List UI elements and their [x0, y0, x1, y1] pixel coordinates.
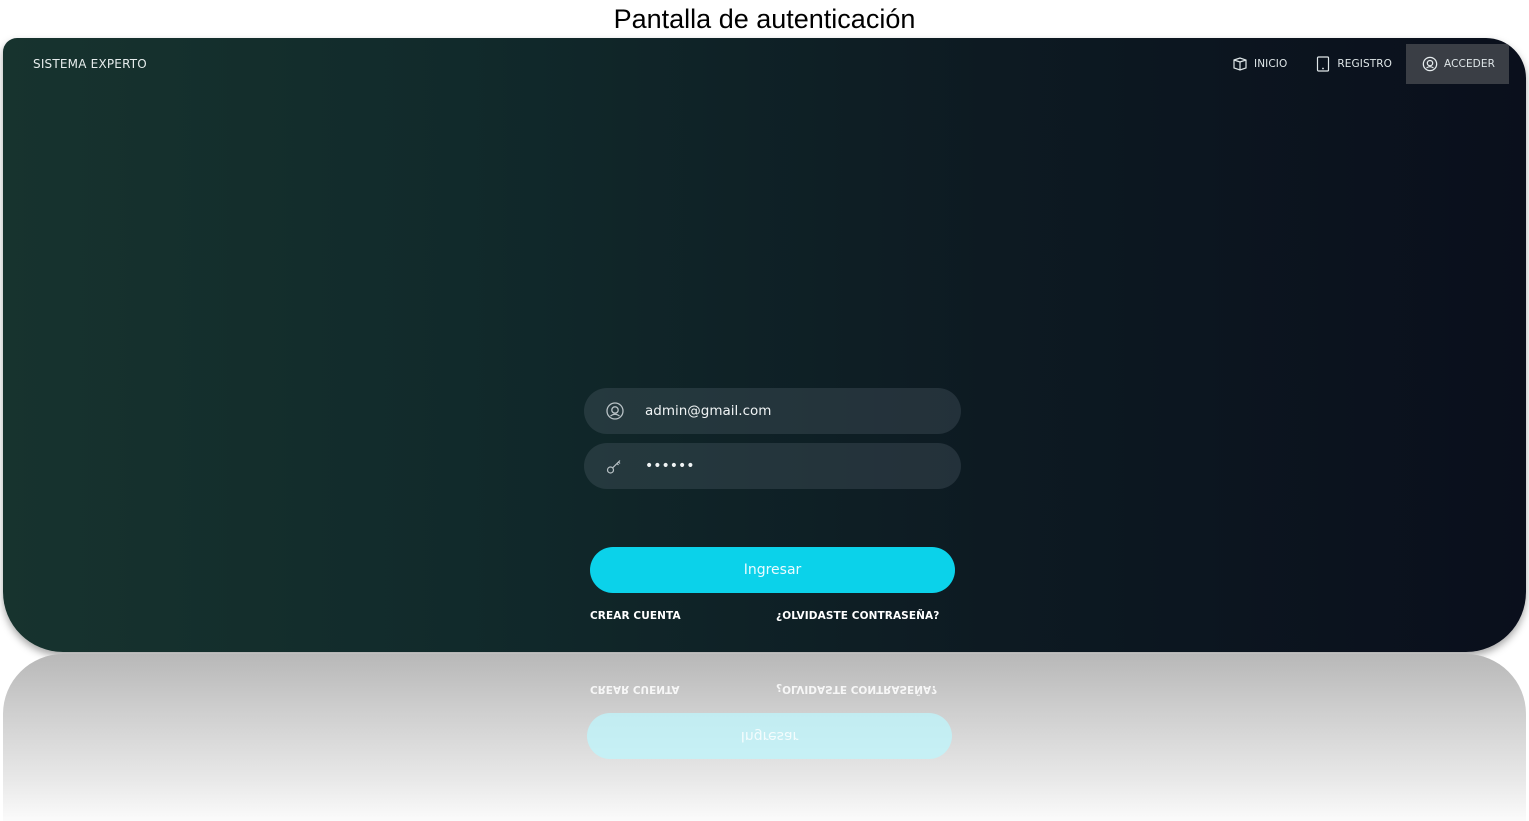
nav-item-registro[interactable]: REGISTRO	[1301, 44, 1406, 84]
nav-item-inicio[interactable]: INICIO	[1218, 44, 1301, 84]
email-input[interactable]	[645, 403, 925, 419]
figure-caption: Pantalla de autenticación	[613, 4, 916, 34]
reflected-create-account: CREAR CUENTA	[590, 683, 680, 695]
nav-item-acceder[interactable]: ACCEDER	[1405, 44, 1509, 84]
nav-item-label: INICIO	[1254, 58, 1288, 70]
login-button[interactable]: Ingresar	[590, 547, 955, 593]
password-input[interactable]	[645, 458, 925, 474]
brand-title[interactable]: SISTEMA EXPERTO	[33, 57, 147, 71]
nav-item-label: ACCEDER	[1443, 58, 1495, 70]
tablet-icon	[1315, 56, 1331, 72]
create-account-link[interactable]: CREAR CUENTA	[590, 610, 681, 622]
reflection-content: Ingresar CREAR CUENTA ¿OLVIDASTE CONTRAS…	[3, 654, 1526, 821]
reflected-forgot-password: ¿OLVIDASTE CONTRASEÑA?	[776, 683, 938, 695]
key-icon	[605, 456, 625, 476]
reflected-login-button: Ingresar	[587, 713, 952, 759]
email-field[interactable]	[584, 388, 961, 434]
forgot-password-link[interactable]: ¿OLVIDASTE CONTRASEÑA?	[776, 610, 939, 622]
app-window: SISTEMA EXPERTO INICIO REGISTRO ACCEDER	[3, 38, 1526, 652]
user-circle-icon	[1422, 56, 1438, 72]
screen-reflection: Ingresar CREAR CUENTA ¿OLVIDASTE CONTRAS…	[3, 654, 1526, 821]
nav-item-label: REGISTRO	[1337, 58, 1392, 70]
cube-icon	[1232, 56, 1248, 72]
top-nav: INICIO REGISTRO ACCEDER	[1218, 44, 1509, 84]
user-circle-icon	[605, 401, 625, 421]
password-field[interactable]	[584, 443, 961, 489]
